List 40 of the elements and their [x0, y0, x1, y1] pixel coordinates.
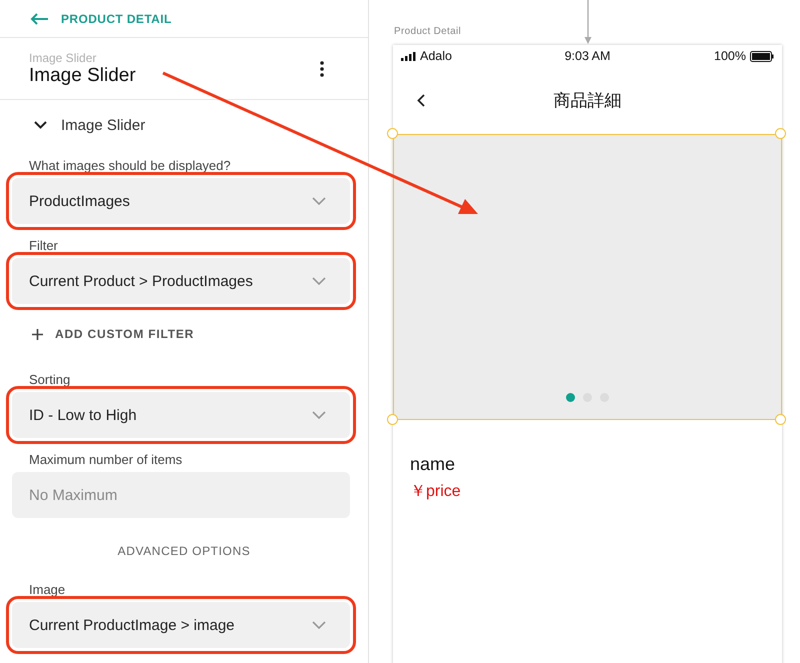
dropdown[interactable]: Current ProductImage > image	[12, 602, 350, 648]
chevron-icon[interactable]	[34, 121, 47, 129]
screen-label: Product Detail	[394, 26, 462, 37]
plus-icon	[32, 328, 43, 340]
field-label: Sorting	[29, 372, 72, 388]
product-name: name	[410, 454, 456, 475]
field-label: Image	[29, 582, 66, 598]
component-type: Image Slider	[29, 50, 98, 64]
field-label: Maximum number of items	[29, 452, 184, 468]
component-name: Image Slider	[29, 64, 136, 86]
status-time: 9:03 AM	[564, 49, 610, 63]
product-price: ￥price	[410, 482, 462, 502]
dropdown[interactable]: Current Product > ProductImages	[12, 258, 350, 304]
chevron-down-icon	[312, 410, 326, 420]
section-heading: ADVANCED OPTIONS	[118, 544, 250, 558]
resize-handle[interactable]	[387, 128, 398, 139]
add-filter-button[interactable]: ADD CUSTOM FILTER	[32, 318, 194, 350]
back-icon[interactable]	[417, 94, 425, 107]
dropdown[interactable]: ID - Low to High	[12, 392, 350, 438]
resize-handle[interactable]	[387, 414, 398, 425]
screen-title: 商品詳細	[554, 90, 622, 112]
field-label: What images should be displayed?	[29, 158, 232, 174]
section-title: Image Slider	[61, 116, 146, 134]
connector-arrow	[583, 0, 593, 44]
slider-dot[interactable]	[566, 393, 575, 402]
back-arrow-icon[interactable]	[30, 12, 49, 24]
image-slider[interactable]	[393, 134, 782, 420]
battery-percent: 100%	[714, 49, 746, 63]
chevron-down-icon	[312, 620, 326, 630]
resize-handle[interactable]	[775, 414, 786, 425]
dropdown[interactable]: ProductImages	[12, 178, 350, 224]
carrier-name: Adalo	[420, 49, 452, 63]
battery-icon	[750, 50, 774, 62]
field-label: Filter	[29, 238, 59, 254]
resize-handle[interactable]	[775, 128, 786, 139]
more-icon[interactable]	[320, 60, 324, 76]
chevron-down-icon	[312, 196, 326, 206]
input-field[interactable]: No Maximum	[12, 472, 350, 518]
chevron-down-icon	[312, 276, 326, 286]
signal-icon	[401, 52, 416, 60]
